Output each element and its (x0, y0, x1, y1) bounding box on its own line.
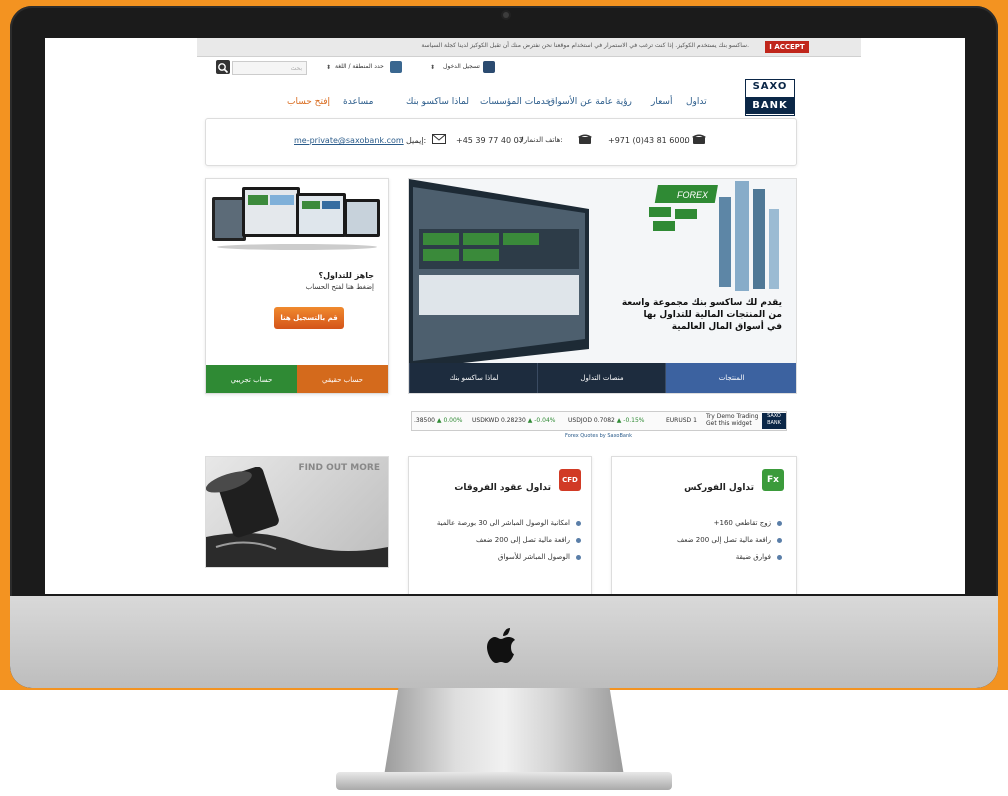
cfd-box: CFD تداول عقود الفروقات امكانية الوصول ا… (408, 456, 592, 594)
bullet-icon (576, 520, 581, 526)
hero-banner: FOREX يقدم لك ساكسو بنك مجموعة واسعة من … (408, 178, 797, 394)
tab-real-account[interactable]: حساب حقيقي (297, 365, 388, 393)
tab-products[interactable]: المنتجات (665, 363, 796, 393)
phone-denmark-label: هاتف الدنمارك: (518, 136, 563, 144)
search-button[interactable] (216, 60, 230, 74)
register-button[interactable]: قم بالتسجيل هنا (274, 307, 344, 329)
trading-platform-image: FOREX (409, 179, 779, 363)
bullet-icon (576, 537, 581, 543)
contact-panel: : +971 (0)43 81 6000 هاتف الدنمارك: +45 … (205, 118, 797, 166)
nav-market-overview[interactable]: رؤية عامة عن الأسواق (548, 97, 632, 107)
ticker-promo: Try Demo Trading Get this widget (706, 413, 759, 427)
hero-line3: في أسواق المال العالمية (671, 322, 782, 332)
region-selector[interactable]: حدد المنطقة / اللغة (335, 63, 384, 79)
imac-stand (384, 688, 624, 776)
logo-line1: SAXO (752, 81, 788, 92)
nav-help[interactable]: مساعدة (343, 97, 373, 107)
nav-institutional[interactable]: خدمات المؤسسات (480, 97, 551, 107)
oil-barrel-image (206, 467, 388, 567)
oil-promo-box[interactable]: FIND OUT MORE (205, 456, 389, 568)
cookie-bar: ساكسو بنك يستخدم الكوكيز. إذا كنت ترغب ف… (197, 38, 861, 57)
trading-devices-image (212, 187, 380, 250)
nav-prices[interactable]: أسعار (651, 97, 672, 107)
apple-logo-icon (487, 628, 515, 663)
email-link[interactable]: me-private@saxobank.com (294, 136, 404, 145)
forex-ticker-widget[interactable]: .38500 ▲ 0.00% USDKWD 0.28230 ▲ -0.04% U… (411, 411, 787, 431)
email-icon (432, 134, 446, 144)
website-screen: ساكسو بنك يستخدم الكوكيز. إذا كنت ترغب ف… (45, 38, 965, 594)
camera-icon (503, 12, 509, 18)
login-link[interactable]: تسجيل الدخول (443, 63, 480, 79)
cookie-text: ساكسو بنك يستخدم الكوكيز. إذا كنت ترغب ف… (421, 42, 749, 49)
ticker-caption[interactable]: Forex Quotes by SaxoBank (565, 433, 632, 439)
ticker-saxo-logo: SAXO BANK (762, 413, 786, 429)
cfd-badge-icon: CFD (559, 469, 581, 491)
forex-label: FOREX (677, 190, 709, 200)
ticker-item-1: .38500 ▲ 0.00% (414, 417, 463, 424)
bullet-icon (576, 554, 581, 560)
tab-demo-account[interactable]: حساب تجريبي (206, 365, 297, 393)
cfd-item-1: امكانية الوصول المباشر الى 30 بورصة عالم… (437, 519, 581, 527)
saxo-bank-logo[interactable]: SAXO BANK (745, 79, 795, 116)
tab-why-saxo[interactable]: لماذا ساكسو بنك (409, 363, 538, 393)
phone-icon (692, 134, 706, 144)
promo-subtitle: إضغط هنا لفتح الحساب (305, 283, 374, 291)
search-icon (218, 63, 229, 74)
forex-title[interactable]: تداول الفوركس (684, 483, 754, 493)
accept-cookies-button[interactable]: I ACCEPT (765, 41, 809, 53)
forex-item-2: رافعة مالية تصل إلى 200 ضعف (677, 536, 782, 544)
forex-item-1: +160 زوج تقاطعي (714, 519, 782, 527)
bullet-icon (777, 520, 782, 526)
hero-line1: يقدم لك ساكسو بنك مجموعة واسعة (621, 298, 782, 308)
forex-box: Fx تداول الفوركس +160 زوج تقاطعي رافعة م… (611, 456, 797, 594)
ticker-item-4: EURUSD 1 (666, 417, 697, 424)
login-dropdown-arrow-icon[interactable]: ⬍ (430, 64, 435, 71)
search-input[interactable]: بحث (232, 61, 307, 75)
nav-open-account[interactable]: إفتح حساب (287, 97, 330, 107)
ticker-item-2: USDKWD 0.28230 ▲ -0.04% (472, 417, 556, 424)
cfd-title[interactable]: تداول عقود الفروقات (454, 483, 551, 493)
user-icon[interactable] (483, 61, 495, 73)
bullet-icon (777, 554, 782, 560)
phone-icon (578, 134, 592, 144)
phone-uae: +971 (0)43 81 6000 (608, 136, 690, 145)
email-label: إيميل: (406, 136, 427, 145)
tab-platforms[interactable]: منصات التداول (537, 363, 666, 393)
nav-why-saxo[interactable]: لماذا ساكسو بنك (406, 97, 469, 107)
forex-item-3: فوارق ضيقة (736, 553, 782, 561)
region-dropdown-arrow-icon[interactable]: ⬍ (326, 64, 331, 71)
nav-trading[interactable]: تداول (686, 97, 707, 107)
open-account-promo: جاهز للتداول؟ إضغط هنا لفتح الحساب قم با… (205, 178, 389, 394)
phone-denmark: +45 39 77 40 07 (456, 136, 524, 145)
hero-tabs: لماذا ساكسو بنك منصات التداول المنتجات (409, 363, 796, 393)
hero-line2: من المنتجات المالية للتداول بها (643, 310, 782, 320)
hero-text: يقدم لك ساكسو بنك مجموعة واسعة من المنتج… (602, 297, 782, 333)
cfd-item-2: رافعة مالية تصل إلى 200 ضعف (476, 536, 581, 544)
logo-line2: BANK (746, 97, 794, 114)
imac-stand-base (336, 772, 672, 790)
bullet-icon (777, 537, 782, 543)
ticker-item-3: USDJOD 0.7082 ▲ -0.15% (568, 417, 645, 424)
fx-badge-icon: Fx (762, 469, 784, 491)
promo-title: جاهز للتداول؟ (318, 271, 374, 280)
cfd-item-3: الوصول المباشر للأسواق (498, 553, 581, 561)
globe-icon[interactable] (390, 61, 402, 73)
